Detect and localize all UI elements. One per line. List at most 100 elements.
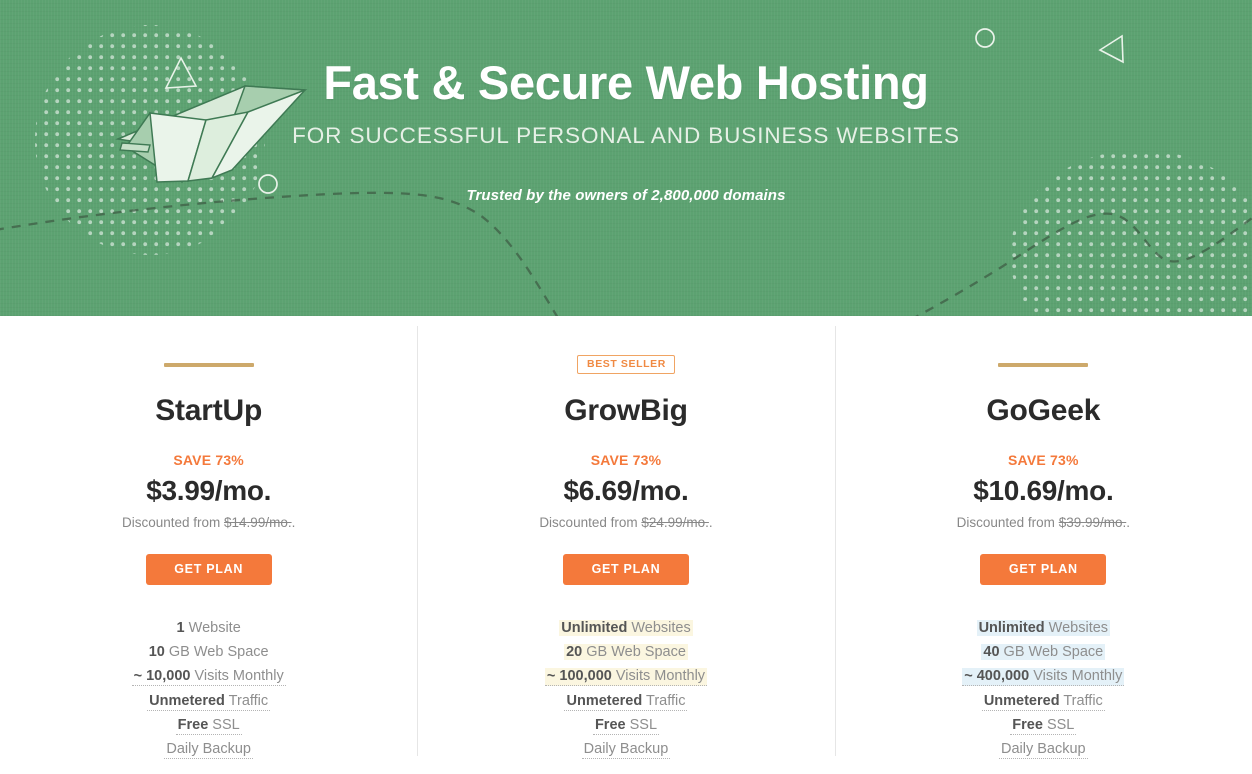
plan-feature-list: Unlimited Websites 20 GB Web Space ~ 100,0… (417, 616, 834, 761)
feature-item[interactable]: Free SSL (0, 713, 417, 737)
feature-value: 10 (148, 644, 165, 661)
plan-card-growbig: BEST SELLER GrowBig SAVE 73% $6.69/mo. Disco… (417, 316, 834, 774)
hero-subtitle: FOR SUCCESSFUL PERSONAL AND BUSINESS WEB… (292, 123, 960, 149)
get-plan-button[interactable]: GET PLAN (980, 554, 1107, 585)
hero-text-block: Fast & Secure Web Hosting FOR SUCCESSFUL… (0, 0, 1252, 205)
plan-top-accent-bar (998, 363, 1089, 367)
feature-value: Free (177, 716, 209, 733)
hero-title: Fast & Secure Web Hosting (323, 56, 929, 109)
feature-item: 1 Website (0, 616, 417, 640)
discount-prefix: Discounted from (956, 515, 1059, 530)
feature-item[interactable]: Daily Backup (0, 737, 417, 761)
feature-label: GB Web Space (164, 644, 269, 661)
plan-name: GrowBig (564, 394, 688, 427)
feature-value: Unmetered (149, 692, 225, 709)
feature-value: Unlimited (561, 620, 628, 636)
feature-item[interactable]: Unmetered Traffic (0, 689, 417, 713)
feature-item: 40 GB Web Space (835, 640, 1252, 664)
feature-text: Daily Backup (999, 741, 1088, 760)
feature-value: 20 (566, 644, 583, 661)
feature-item[interactable]: ~ 400,000 Visits Monthly (835, 664, 1252, 688)
feature-text: ~ 400,000 Visits Monthly (962, 668, 1125, 687)
plan-feature-list: 1 Website 10 GB Web Space ~ 10,000 Visits … (0, 616, 417, 761)
get-plan-button[interactable]: GET PLAN (145, 554, 272, 585)
feature-item: 10 GB Web Space (0, 640, 417, 664)
feature-value: Free (1012, 716, 1043, 733)
feature-label: Visits Monthly (1029, 668, 1123, 685)
feature-text: Free SSL (175, 716, 242, 735)
feature-label: Daily Backup (166, 741, 251, 758)
feature-text: 10 GB Web Space (147, 644, 271, 660)
feature-value: 40 (983, 644, 1000, 661)
best-seller-badge: BEST SELLER (577, 355, 675, 374)
hero-banner: Fast & Secure Web Hosting FOR SUCCESSFUL… (0, 0, 1252, 316)
feature-label: Websites (627, 620, 691, 636)
feature-label: Visits Monthly (190, 668, 284, 685)
feature-value: Unmetered (983, 692, 1060, 709)
feature-text: Daily Backup (581, 741, 671, 760)
feature-item[interactable]: ~ 10,000 Visits Monthly (0, 664, 417, 688)
feature-label: Visits Monthly (611, 668, 706, 685)
feature-text: 40 GB Web Space (981, 644, 1106, 661)
feature-item[interactable]: Unmetered Traffic (835, 689, 1252, 713)
feature-item: 20 GB Web Space (417, 640, 834, 664)
feature-text: ~ 10,000 Visits Monthly (131, 668, 286, 687)
plan-price: $6.69/mo. (563, 475, 689, 506)
feature-label: Daily Backup (1001, 741, 1086, 758)
feature-item[interactable]: Free SSL (835, 713, 1252, 737)
feature-text: Free SSL (592, 716, 660, 735)
plan-name: GoGeek (986, 394, 1101, 427)
plan-feature-list: Unlimited Websites 40 GB Web Space ~ 400,0… (835, 616, 1252, 761)
feature-item: Unlimited Websites (417, 616, 834, 640)
plan-name: StartUp (155, 394, 263, 427)
plan-top-accent-bar (163, 363, 254, 367)
feature-label: Traffic (642, 692, 686, 709)
feature-value: Unlimited (978, 620, 1045, 636)
discount-old-price: $39.99/mo. (1058, 515, 1127, 530)
discount-old-price: $24.99/mo. (641, 515, 709, 530)
feature-label: GB Web Space (999, 644, 1104, 661)
feature-text: Unlimited Websites (976, 620, 1111, 636)
feature-item[interactable]: Free SSL (417, 713, 834, 737)
feature-value: Free (594, 716, 626, 733)
discount-suffix: . (1126, 515, 1130, 530)
plan-discount-note: Discounted from $24.99/mo.. (417, 515, 834, 530)
feature-label: GB Web Space (582, 644, 686, 661)
feature-text: Unlimited Websites (559, 620, 693, 636)
feature-value: Unmetered (566, 692, 643, 709)
feature-value: 1 (176, 620, 185, 636)
discount-suffix: . (291, 515, 296, 530)
feature-value: ~ 100,000 (546, 668, 612, 685)
feature-label: SSL (208, 716, 240, 733)
feature-label: SSL (625, 716, 658, 733)
feature-label: Websites (1044, 620, 1109, 636)
feature-text: Unmetered Traffic (147, 692, 271, 711)
plan-save-badge: SAVE 73% (1008, 452, 1079, 468)
discount-prefix: Discounted from (539, 515, 642, 530)
feature-text: Daily Backup (164, 741, 253, 760)
get-plan-button[interactable]: GET PLAN (562, 554, 689, 585)
plan-save-badge: SAVE 73% (173, 452, 244, 468)
feature-value: ~ 10,000 (133, 668, 191, 685)
feature-item[interactable]: Unmetered Traffic (417, 689, 834, 713)
plan-discount-note: Discounted from $39.99/mo.. (835, 515, 1252, 530)
plan-card-startup: StartUp SAVE 73% $3.99/mo. Discounted from … (0, 316, 417, 774)
hero-trusted-text: Trusted by the owners of 2,800,000 domai… (466, 187, 786, 205)
plan-badge-wrap: BEST SELLER (417, 355, 834, 374)
feature-value: ~ 400,000 (964, 668, 1030, 685)
feature-text: 1 Website (175, 620, 243, 636)
feature-text: Unmetered Traffic (564, 692, 688, 711)
discount-prefix: Discounted from (121, 515, 225, 530)
plan-card-gogeek: GoGeek SAVE 73% $10.69/mo. Discounted from … (834, 316, 1252, 774)
feature-text: ~ 100,000 Visits Monthly (544, 668, 708, 687)
feature-item[interactable]: Daily Backup (417, 737, 834, 761)
feature-label: Traffic (224, 692, 269, 709)
discount-old-price: $14.99/mo. (224, 515, 292, 530)
feature-item[interactable]: Daily Backup (835, 737, 1252, 761)
feature-label: Website (184, 620, 241, 636)
plan-price: $3.99/mo. (146, 475, 272, 506)
feature-item[interactable]: ~ 100,000 Visits Monthly (417, 664, 834, 688)
feature-label: Traffic (1059, 692, 1103, 709)
feature-text: Free SSL (1010, 716, 1077, 735)
feature-label: SSL (1042, 716, 1075, 733)
